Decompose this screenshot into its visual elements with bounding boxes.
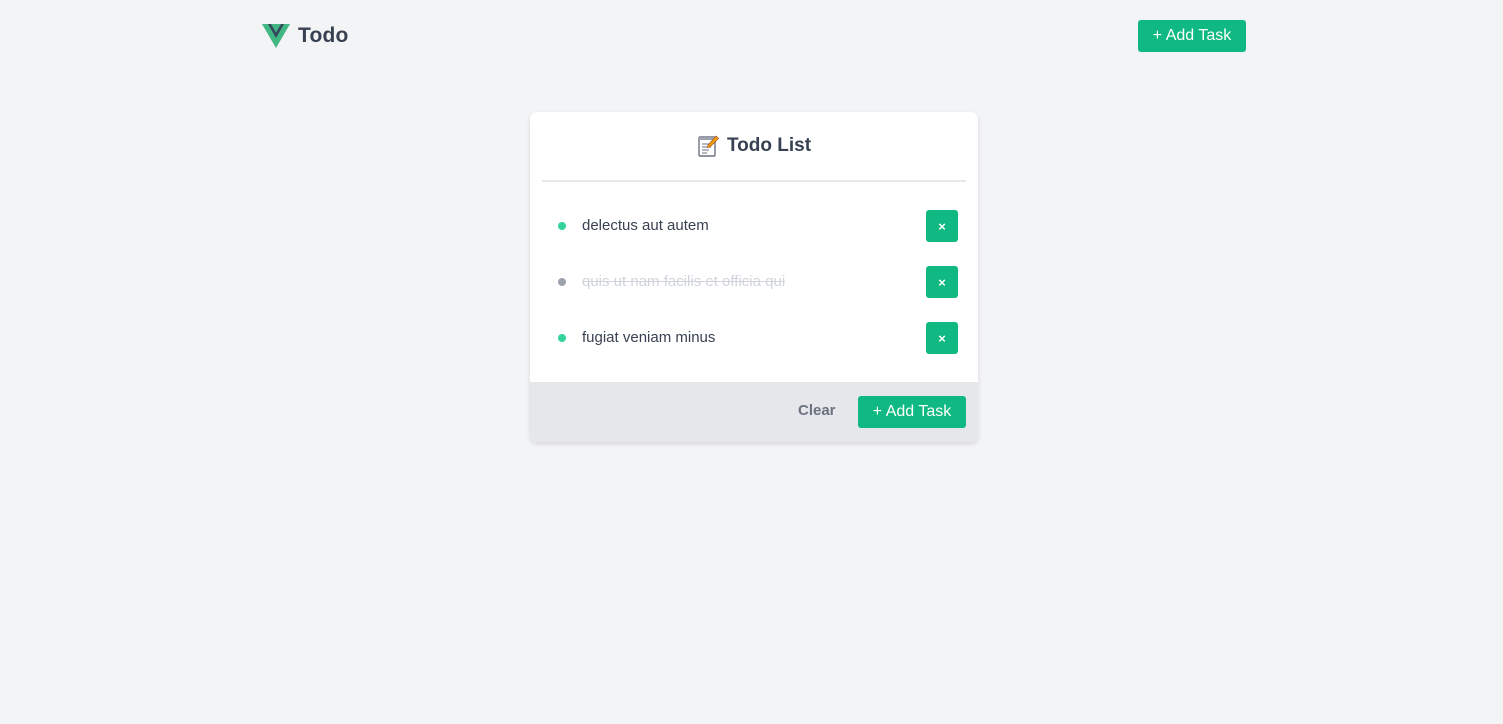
todo-card: Todo List delectus aut autem × quis ut n… — [530, 112, 978, 442]
brand[interactable]: Todo — [262, 22, 349, 50]
header-add-task-button[interactable]: + Add Task — [1138, 20, 1246, 52]
card-header: Todo List — [542, 112, 966, 182]
task-status-dot — [558, 278, 566, 286]
delete-task-button[interactable]: × — [926, 266, 958, 298]
task-list: delectus aut autem × quis ut nam facilis… — [530, 196, 978, 364]
footer-add-task-button[interactable]: + Add Task — [858, 396, 966, 428]
task-item[interactable]: delectus aut autem × — [530, 196, 978, 252]
card-title: Todo List — [726, 135, 812, 156]
card-footer: Clear + Add Task — [530, 382, 978, 442]
brand-title: Todo — [298, 24, 349, 47]
top-bar: Todo + Add Task — [0, 0, 1503, 72]
task-text[interactable]: fugiat veniam minus — [582, 328, 715, 348]
task-text[interactable]: quis ut nam facilis et officia qui — [582, 272, 785, 292]
task-status-dot — [558, 334, 566, 342]
task-status-dot — [558, 222, 566, 230]
task-text[interactable]: delectus aut autem — [582, 216, 709, 236]
delete-task-button[interactable]: × — [926, 210, 958, 242]
clear-button[interactable]: Clear — [798, 402, 836, 419]
delete-task-button[interactable]: × — [926, 322, 958, 354]
memo-icon — [698, 135, 719, 157]
task-item[interactable]: quis ut nam facilis et officia qui × — [530, 252, 978, 308]
task-item[interactable]: fugiat veniam minus × — [530, 308, 978, 364]
vue-logo-icon — [262, 24, 290, 48]
